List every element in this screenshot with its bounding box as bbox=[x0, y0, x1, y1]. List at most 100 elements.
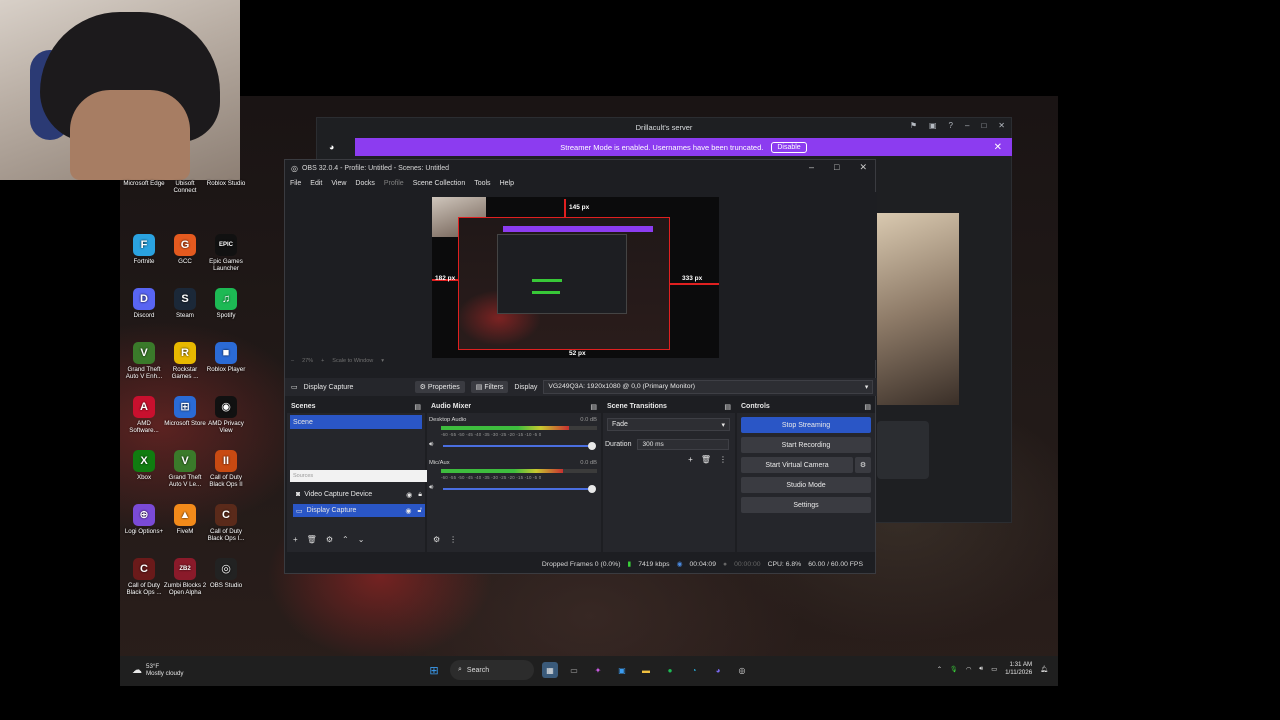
notification-icon[interactable]: 🔔︎ bbox=[1040, 665, 1048, 673]
chevron-down-icon[interactable]: ▾ bbox=[381, 358, 384, 364]
display-select[interactable]: VG249Q3A: 1920x1080 @ 0,0 (Primary Monit… bbox=[543, 380, 874, 394]
dock-menu-icon[interactable]: ▤ bbox=[414, 403, 421, 411]
desktop-icon[interactable]: ♫ Spotify bbox=[204, 288, 248, 319]
spotify-icon[interactable]: ● bbox=[662, 662, 678, 678]
start-virtual-camera-button[interactable]: Start Virtual Camera bbox=[741, 457, 853, 473]
desktop-icon[interactable]: UUbisoft Connect bbox=[163, 180, 207, 194]
menu-edit[interactable]: Edit bbox=[310, 180, 322, 187]
desktop-icon[interactable]: C Call of Duty Black Ops I... bbox=[204, 504, 248, 542]
close-icon[interactable]: ✕ bbox=[859, 162, 867, 173]
gear-icon[interactable]: ⚙ bbox=[326, 535, 333, 544]
speaker-icon[interactable]: 🔊︎ bbox=[429, 441, 433, 449]
desktop-icon[interactable]: F Fortnite bbox=[122, 234, 166, 265]
move-up-icon[interactable]: ⌃ bbox=[342, 535, 349, 544]
speaker-icon[interactable]: 🔊︎ bbox=[429, 484, 433, 492]
menu-view[interactable]: View bbox=[331, 180, 346, 187]
dock-menu-icon[interactable]: ▤ bbox=[864, 403, 871, 411]
menu-scene-collection[interactable]: Scene Collection bbox=[413, 180, 466, 187]
obs-window[interactable]: ◎ OBS 32.0.4 - Profile: Untitled - Scene… bbox=[284, 159, 877, 574]
volume-slider[interactable] bbox=[443, 442, 596, 450]
desktop-icon[interactable]: ⊞ Microsoft Store bbox=[163, 396, 207, 427]
desktop-icon[interactable]: ⊕ Logi Options+ bbox=[122, 504, 166, 535]
add-icon[interactable]: + bbox=[688, 455, 693, 464]
desktop-icon[interactable]: D Discord bbox=[122, 288, 166, 319]
menu-help[interactable]: Help bbox=[500, 180, 514, 187]
menu-tools[interactable]: Tools bbox=[474, 180, 490, 187]
source-item-display-capture[interactable]: ▭ Display Capture ◉ 🔓︎ bbox=[293, 504, 425, 517]
edge-icon[interactable]: ◔ bbox=[686, 662, 702, 678]
settings-button[interactable]: Settings bbox=[741, 497, 871, 513]
banner-close-icon[interactable]: ✕ bbox=[994, 142, 1002, 153]
desktop-icon[interactable]: ■ Roblox Player bbox=[204, 342, 248, 373]
zoom-out-icon[interactable]: – bbox=[291, 358, 294, 364]
studio-mode-button[interactable]: Studio Mode bbox=[741, 477, 871, 493]
desktop-icon[interactable]: S Steam bbox=[163, 288, 207, 319]
desktop-icon[interactable]: RRoblox Studio bbox=[204, 180, 248, 187]
desktop-icon[interactable]: C Call of Duty Black Ops ... bbox=[122, 558, 166, 596]
copilot-icon[interactable]: ✦ bbox=[590, 662, 606, 678]
lock-icon[interactable]: 🔒︎ bbox=[418, 491, 422, 499]
more-icon[interactable]: ⋮ bbox=[449, 535, 457, 544]
volume-icon[interactable]: 🔊︎ bbox=[979, 665, 983, 673]
source-item-video-capture[interactable]: ◙ Video Capture Device ◉ 🔒︎ bbox=[293, 488, 425, 501]
flag-icon[interactable]: ⚑ bbox=[910, 121, 917, 130]
desktop-icon[interactable]: X Xbox bbox=[122, 450, 166, 481]
taskbar-search[interactable]: ⌕ Search bbox=[450, 660, 534, 680]
store-icon[interactable]: ▣ bbox=[614, 662, 630, 678]
video-tile[interactable] bbox=[877, 213, 959, 405]
stop-streaming-button[interactable]: Stop Streaming bbox=[741, 417, 871, 433]
wifi-icon[interactable]: ◠ bbox=[966, 666, 971, 673]
scene-list-item[interactable]: Scene bbox=[290, 415, 422, 429]
desktop-icon[interactable]: V Grand Theft Auto V Enh... bbox=[122, 342, 166, 380]
clock[interactable]: 1:31 AM 1/11/2026 bbox=[1005, 661, 1032, 677]
inbox-icon[interactable]: ▣ bbox=[929, 121, 937, 130]
zoom-in-icon[interactable]: + bbox=[321, 358, 324, 364]
maximize-icon[interactable]: □ bbox=[834, 162, 839, 173]
dock-menu-icon[interactable]: ▤ bbox=[590, 403, 597, 411]
chevron-up-icon[interactable]: ⌃ bbox=[937, 666, 942, 673]
battery-icon[interactable]: ▭ bbox=[991, 666, 997, 673]
weather-widget[interactable]: ☁ 53°F Mostly cloudy bbox=[132, 663, 183, 677]
trash-icon[interactable]: 🗑︎ bbox=[701, 455, 711, 464]
gear-icon[interactable]: ⚙ bbox=[855, 457, 871, 473]
desktop-icon[interactable]: II Call of Duty Black Ops II bbox=[204, 450, 248, 488]
task-view-icon[interactable]: ▭ bbox=[566, 662, 582, 678]
desktop-icon[interactable]: R Rockstar Games ... bbox=[163, 342, 207, 380]
scale-mode[interactable]: Scale to Window bbox=[332, 358, 373, 364]
minimize-icon[interactable]: – bbox=[965, 121, 969, 130]
disable-streamer-mode-button[interactable]: Disable bbox=[771, 141, 807, 153]
mic-icon[interactable]: 🎙︎ bbox=[950, 665, 958, 673]
properties-button[interactable]: ⚙ Properties bbox=[414, 381, 465, 393]
desktop-icon[interactable]: A AMD Software... bbox=[122, 396, 166, 434]
desktop-icon[interactable]: ◉ AMD Privacy View bbox=[204, 396, 248, 434]
discord-logo-icon[interactable]: ◕ bbox=[329, 142, 343, 152]
lock-icon[interactable]: 🔓︎ bbox=[417, 507, 422, 515]
desktop-icon[interactable]: ▲ FiveM bbox=[163, 504, 207, 535]
widgets-icon[interactable]: ▦ bbox=[542, 662, 558, 678]
help-icon[interactable]: ? bbox=[949, 121, 953, 130]
discord-icon[interactable]: ◕ bbox=[710, 662, 726, 678]
desktop-icon[interactable]: ◎ OBS Studio bbox=[204, 558, 248, 589]
more-icon[interactable]: ⋮ bbox=[719, 455, 727, 464]
advanced-audio-icon[interactable]: ⚙ bbox=[433, 535, 440, 544]
start-recording-button[interactable]: Start Recording bbox=[741, 437, 871, 453]
minimize-icon[interactable]: – bbox=[809, 162, 814, 173]
trash-icon[interactable]: 🗑︎ bbox=[307, 535, 317, 544]
eye-icon[interactable]: ◉ bbox=[406, 491, 412, 499]
add-icon[interactable]: + bbox=[293, 535, 298, 544]
desktop-icon[interactable]: G GCC bbox=[163, 234, 207, 265]
program-preview[interactable]: 145 px 182 px 333 px 52 px bbox=[432, 197, 719, 358]
windows-start-icon[interactable]: ⊞ bbox=[426, 662, 442, 678]
move-down-icon[interactable]: ⌄ bbox=[358, 535, 365, 544]
file-explorer-icon[interactable]: ▬ bbox=[638, 662, 654, 678]
menu-profile[interactable]: Profile bbox=[384, 180, 404, 187]
transition-select[interactable]: Fade ▾ bbox=[607, 418, 730, 431]
desktop-icon[interactable]: eMicrosoft Edge bbox=[122, 180, 166, 187]
obs-icon[interactable]: ◎ bbox=[734, 662, 750, 678]
video-tile-small[interactable] bbox=[877, 421, 929, 479]
preview-area[interactable]: 145 px 182 px 333 px 52 px – 27% + Scale… bbox=[285, 192, 877, 364]
menu-docks[interactable]: Docks bbox=[355, 180, 374, 187]
desktop-icon[interactable]: V Grand Theft Auto V Le... bbox=[163, 450, 207, 488]
dock-menu-icon[interactable]: ▤ bbox=[724, 403, 731, 411]
desktop-icon[interactable]: ZB2 Zumbi Blocks 2 Open Alpha bbox=[163, 558, 207, 596]
